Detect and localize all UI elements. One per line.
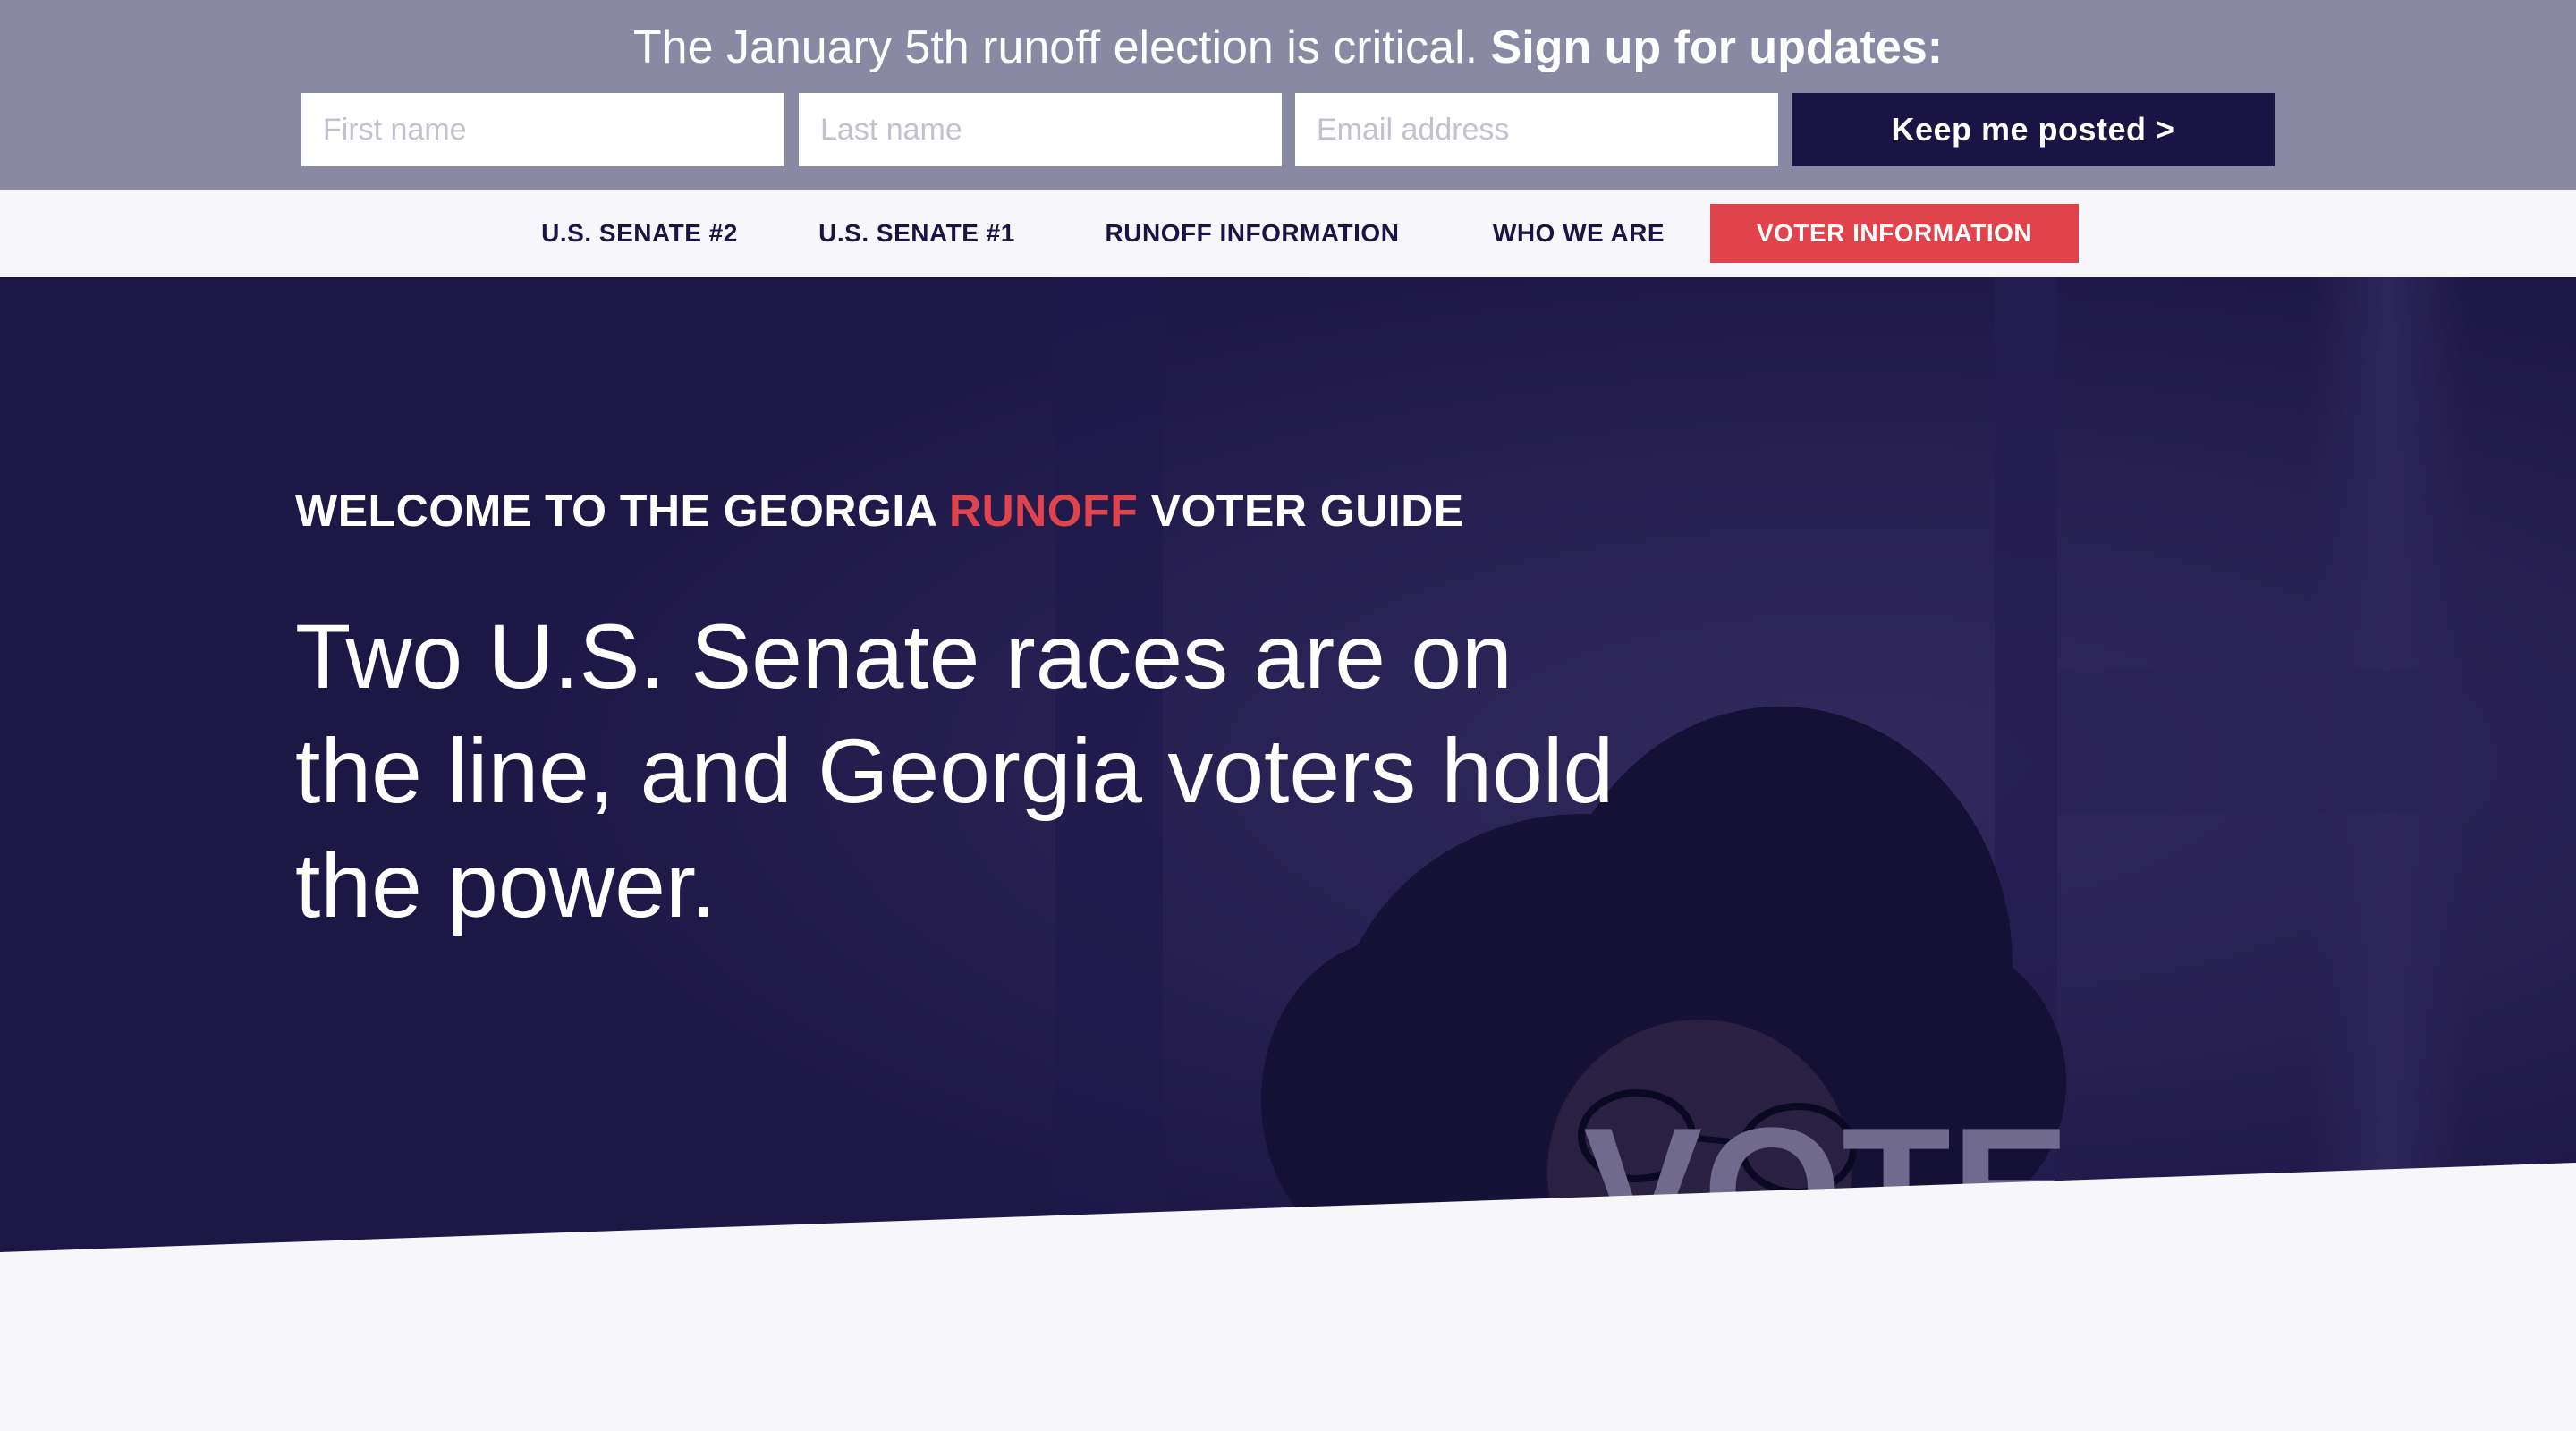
signup-headline: The January 5th runoff election is criti… — [0, 16, 2576, 79]
email-input[interactable] — [1295, 93, 1778, 166]
signup-cta-text: Sign up for updates: — [1490, 21, 1944, 73]
eyebrow-before: WELCOME TO THE GEORGIA — [295, 486, 949, 536]
eyebrow-highlight: RUNOFF — [948, 486, 1139, 536]
first-name-input[interactable] — [301, 93, 784, 166]
keep-me-posted-button[interactable]: Keep me posted > — [1792, 93, 2275, 166]
hero-section: VOTE WELCOME TO THE GEORGIA RUNOFF VOTER… — [0, 277, 2576, 1252]
signup-banner: The January 5th runoff election is criti… — [0, 0, 2576, 190]
last-name-input[interactable] — [799, 93, 1282, 166]
eyebrow-after: VOTER GUIDE — [1138, 486, 1464, 536]
hero-eyebrow: WELCOME TO THE GEORGIA RUNOFF VOTER GUID… — [295, 485, 1464, 537]
mask-vote-text: VOTE — [1583, 1091, 2071, 1252]
nav-item-runoff-information[interactable]: RUNOFF INFORMATION — [1073, 204, 1431, 263]
hero-headline: Two U.S. Senate races are on the line, a… — [295, 605, 1614, 936]
signup-lead-text: The January 5th runoff election is criti… — [632, 21, 1479, 73]
nav-item-voter-information[interactable]: VOTER INFORMATION — [1710, 204, 2079, 263]
main-nav: U.S. SENATE #2 U.S. SENATE #1 RUNOFF INF… — [0, 190, 2576, 277]
nav-item-who-we-are[interactable]: WHO WE ARE — [1458, 204, 1699, 263]
nav-item-senate-1[interactable]: U.S. SENATE #1 — [796, 204, 1038, 263]
nav-item-senate-2[interactable]: U.S. SENATE #2 — [510, 204, 769, 263]
